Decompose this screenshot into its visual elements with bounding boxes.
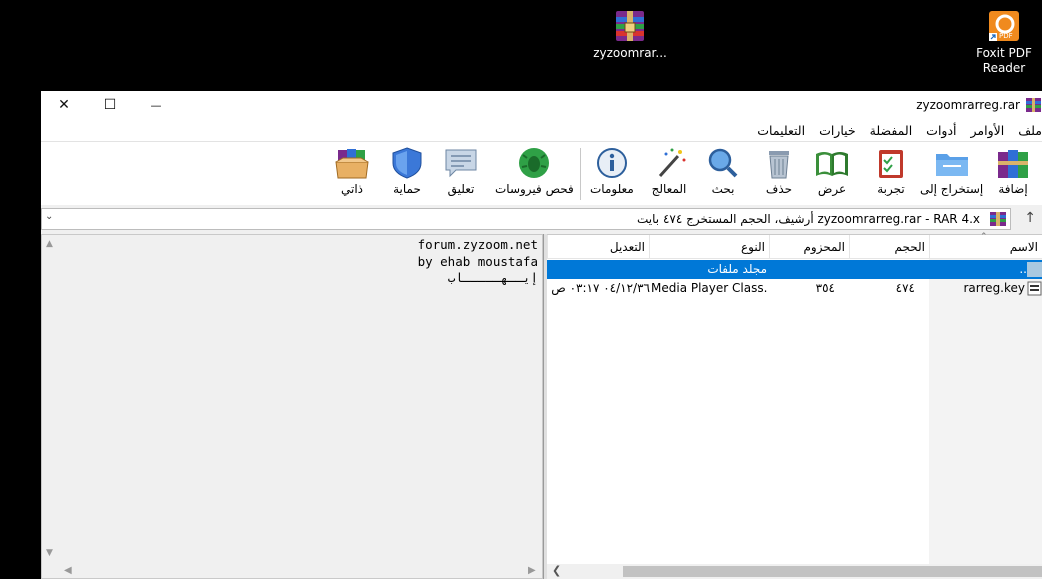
virus-scan-button[interactable]: فحص فيروسات	[495, 146, 574, 196]
col-type[interactable]: النوع	[649, 235, 769, 259]
desktop-icon-foxit[interactable]: PDF Foxit PDF Reader	[972, 9, 1036, 76]
winrar-app-icon	[1025, 97, 1042, 113]
scroll-left-icon[interactable]: ❮	[552, 564, 561, 577]
close-button[interactable]: ✕	[41, 91, 87, 119]
maximize-icon: ☐	[103, 97, 117, 113]
find-label: بحث	[711, 182, 735, 196]
extract-to-label: إستخراج إلى	[920, 182, 984, 196]
menu-options[interactable]: خيارات	[812, 123, 863, 138]
key-file-icon	[1027, 281, 1042, 296]
sfx-button[interactable]: ذاتي	[333, 146, 371, 196]
foxit-reader-icon: PDF	[987, 9, 1021, 43]
cell-name: rarreg.key	[963, 281, 1026, 295]
test-clipboard-icon	[872, 146, 910, 180]
archive-info-text: zyzoomrarreg.rar - RAR 4.x أرشيف، الحجم …	[637, 212, 980, 226]
virus-scan-label: فحص فيروسات	[495, 182, 574, 196]
table-row[interactable]: .. مجلد ملفات	[547, 260, 1042, 279]
comment-pane[interactable]: forum.zyzoom.net by ehab moustafa إيــهـ…	[41, 234, 543, 579]
up-folder-icon[interactable]: ↑	[1024, 210, 1036, 226]
sfx-box-icon	[333, 146, 371, 180]
toolbar: إضافة إستخراج إلى تجربة عرض حذف بحث المع…	[41, 141, 1042, 205]
maximize-button[interactable]: ☐	[87, 91, 133, 119]
winrar-window: ✕ ☐ — zyzoomrarreg.rar ملف الأوامر أدوات…	[41, 91, 1042, 579]
wizard-button[interactable]: المعالج	[650, 146, 688, 196]
cell-size: ٤٧٤	[895, 281, 915, 295]
add-label: إضافة	[998, 182, 1028, 196]
view-book-icon	[813, 146, 851, 180]
sfx-label: ذاتي	[340, 182, 364, 196]
find-button[interactable]: بحث	[704, 146, 742, 196]
menu-bar: ملف الأوامر أدوات المفضلة خيارات التعليم…	[41, 119, 1042, 141]
shield-icon	[388, 146, 426, 180]
view-label: عرض	[817, 182, 847, 196]
parent-folder-icon	[1027, 262, 1042, 277]
view-button[interactable]: عرض	[813, 146, 851, 196]
extract-folder-icon	[933, 146, 971, 180]
close-icon: ✕	[58, 97, 70, 113]
wizard-label: المعالج	[651, 182, 687, 196]
delete-label: حذف	[765, 182, 793, 196]
winrar-archive-icon	[613, 9, 647, 43]
cell-name: ..	[1019, 262, 1027, 276]
test-label: تجربة	[877, 182, 905, 196]
desktop-icon-label: Foxit PDF Reader	[976, 46, 1032, 75]
virus-bug-icon	[515, 146, 553, 180]
protect-label: حماية	[393, 182, 421, 196]
delete-button[interactable]: حذف	[760, 146, 798, 196]
minimize-icon: —	[150, 98, 162, 112]
menu-favorites[interactable]: المفضلة	[863, 123, 920, 138]
file-list[interactable]: الاسم ⌃ الحجم المحزوم النوع التعديل .. م…	[547, 232, 1042, 579]
menu-commands[interactable]: الأوامر	[964, 123, 1012, 138]
menu-tools[interactable]: أدوات	[919, 123, 963, 138]
info-button[interactable]: معلومات	[590, 146, 634, 196]
trash-icon	[760, 146, 798, 180]
menu-file[interactable]: ملف	[1011, 123, 1042, 138]
toolbar-separator	[580, 148, 581, 200]
rar-archive-icon	[990, 212, 1006, 226]
archive-comment: forum.zyzoom.net by ehab moustafa إيــهـ…	[417, 237, 538, 285]
window-title: zyzoomrarreg.rar	[916, 98, 1020, 112]
sorted-column-shade	[929, 259, 1042, 567]
add-archive-icon	[994, 146, 1032, 180]
minimize-button[interactable]: —	[133, 91, 179, 119]
col-modified[interactable]: التعديل	[547, 235, 649, 259]
comment-icon	[442, 146, 480, 180]
cell-type: Media Player Class...	[651, 281, 767, 295]
desktop-icon-label: zyzoomrar...	[593, 46, 667, 60]
title-bar[interactable]: ✕ ☐ — zyzoomrarreg.rar	[41, 91, 1042, 119]
table-row[interactable]: rarreg.key ٤٧٤ ٣٥٤ Media Player Class...…	[547, 279, 1042, 298]
magic-wand-icon	[650, 146, 688, 180]
column-header: الاسم ⌃ الحجم المحزوم النوع التعديل	[547, 232, 1042, 259]
cell-modified: ٠٤/١٢/٣٦ ٠٣:١٧ ص	[551, 281, 650, 295]
info-icon	[593, 146, 631, 180]
scroll-right-icon[interactable]: ▶	[528, 565, 536, 576]
horizontal-scrollbar[interactable]: ❮	[547, 564, 1042, 579]
scroll-up-icon[interactable]: ▲	[46, 239, 53, 249]
protect-button[interactable]: حماية	[388, 146, 426, 196]
magnifier-icon	[704, 146, 742, 180]
address-bar: ⌄ zyzoomrarreg.rar - RAR 4.x أرشيف، الحج…	[41, 206, 1042, 232]
scroll-left-icon[interactable]: ◀	[64, 565, 72, 576]
info-label: معلومات	[590, 182, 634, 196]
extract-to-button[interactable]: إستخراج إلى	[920, 146, 983, 196]
cell-packed: ٣٥٤	[815, 281, 835, 295]
add-button[interactable]: إضافة	[994, 146, 1032, 196]
chevron-down-icon[interactable]: ⌄	[45, 211, 53, 222]
test-button[interactable]: تجربة	[872, 146, 910, 196]
comment-button[interactable]: تعليق	[442, 146, 480, 196]
address-field[interactable]: ⌄ zyzoomrarreg.rar - RAR 4.x أرشيف، الحج…	[41, 208, 1011, 230]
comment-label: تعليق	[447, 182, 475, 196]
scroll-down-icon[interactable]: ▼	[46, 548, 53, 558]
svg-text:PDF: PDF	[999, 32, 1013, 40]
cell-type: مجلد ملفات	[707, 262, 767, 276]
sort-ascending-icon: ⌃	[980, 232, 988, 242]
col-size[interactable]: الحجم	[849, 235, 929, 259]
scrollbar-thumb[interactable]	[623, 566, 1042, 577]
col-packed[interactable]: المحزوم	[769, 235, 849, 259]
desktop-icon-winrar[interactable]: zyzoomrar...	[593, 9, 667, 61]
menu-help[interactable]: التعليمات	[750, 123, 812, 138]
